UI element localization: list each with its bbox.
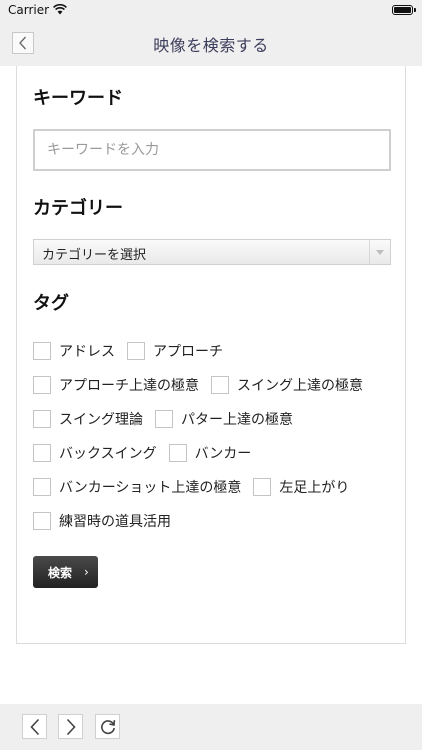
chevron-right-icon — [66, 718, 76, 735]
tag-option-label: スイング上達の極意 — [237, 378, 363, 394]
tag-checkbox[interactable] — [253, 478, 272, 496]
tag-checkbox[interactable] — [211, 376, 229, 394]
reload-icon — [100, 719, 115, 734]
tag-label: タグ — [33, 293, 69, 314]
tag-option-label: アプローチ上達の極意 — [59, 378, 199, 394]
category-label: カテゴリー — [33, 198, 123, 219]
carrier-label: Carrier — [8, 3, 50, 17]
keyword-input[interactable] — [33, 129, 391, 171]
tag-option[interactable]: 左足上がり — [253, 477, 349, 497]
tag-checkbox[interactable] — [33, 512, 51, 530]
tag-checkbox[interactable] — [155, 410, 173, 428]
browser-forward-button[interactable] — [58, 714, 83, 739]
tag-option-label: スイング理論 — [59, 412, 143, 428]
category-selected-value: カテゴリーを選択 — [42, 248, 147, 263]
tag-option-label: 左足上がり — [279, 480, 350, 496]
reload-button[interactable] — [95, 714, 120, 739]
tag-option[interactable]: バンカー — [168, 443, 252, 463]
tag-checkbox[interactable] — [127, 342, 145, 360]
tag-row: バックスイング バンカー — [33, 436, 393, 470]
tag-option[interactable]: アプローチ — [127, 341, 223, 361]
tag-option-label: アプローチ — [153, 344, 223, 360]
tag-row: バンカーショット上達の極意 左足上がり — [33, 470, 393, 504]
bottom-toolbar — [0, 704, 422, 750]
keyword-label: キーワード — [33, 88, 123, 109]
dropdown-arrow-icon — [369, 240, 390, 264]
tag-option-label: アドレス — [59, 344, 115, 360]
search-form-card: キーワード カテゴリー カテゴリーを選択 タグ アドレス アプローチ アプローチ… — [16, 66, 406, 644]
status-bar: Carrier — [0, 0, 422, 22]
tag-checkbox[interactable] — [33, 478, 51, 496]
tag-option-label: 練習時の道具活用 — [59, 514, 171, 530]
tag-checkbox[interactable] — [33, 410, 51, 428]
browser-back-button[interactable] — [22, 714, 47, 739]
tag-option[interactable]: スイング上達の極意 — [211, 375, 363, 395]
tag-checkbox[interactable] — [33, 444, 51, 462]
tag-checkbox[interactable] — [168, 444, 187, 462]
tag-option-label: バンカー — [194, 446, 252, 462]
chevron-right-icon: › — [84, 565, 89, 579]
search-button-label: 検索 — [48, 565, 73, 580]
tag-option[interactable]: アプローチ上達の極意 — [33, 375, 199, 395]
tag-row: アプローチ上達の極意 スイング上達の極意 — [33, 368, 393, 402]
tag-option[interactable]: スイング理論 — [33, 409, 143, 429]
tag-option[interactable]: バックスイング — [33, 443, 157, 463]
category-select[interactable]: カテゴリーを選択 — [33, 239, 391, 265]
tag-row: 練習時の道具活用 — [33, 504, 393, 538]
tag-option-label: バンカーショット上達の極意 — [59, 480, 242, 496]
search-button[interactable]: 検索 › — [33, 556, 98, 588]
chevron-left-icon — [29, 718, 39, 735]
tag-option[interactable]: バンカーショット上達の極意 — [33, 477, 241, 497]
wifi-icon — [53, 4, 67, 15]
tag-option-label: バックスイング — [59, 446, 157, 462]
tag-checkbox[interactable] — [33, 342, 51, 360]
tag-row: アドレス アプローチ — [33, 334, 393, 368]
tag-row: スイング理論 パター上達の極意 — [33, 402, 393, 436]
tag-option[interactable]: アドレス — [33, 341, 115, 361]
nav-bar: 映像を検索する — [0, 22, 422, 66]
tag-option[interactable]: パター上達の極意 — [155, 409, 293, 429]
tag-checkbox-list: アドレス アプローチ アプローチ上達の極意 スイング上達の極意 スイング理論 パ… — [33, 334, 393, 538]
tag-option-label: パター上達の極意 — [181, 412, 293, 428]
battery-icon — [392, 5, 416, 15]
page-title: 映像を検索する — [153, 36, 269, 55]
tag-checkbox[interactable] — [33, 376, 51, 394]
tag-option[interactable]: 練習時の道具活用 — [33, 511, 171, 531]
